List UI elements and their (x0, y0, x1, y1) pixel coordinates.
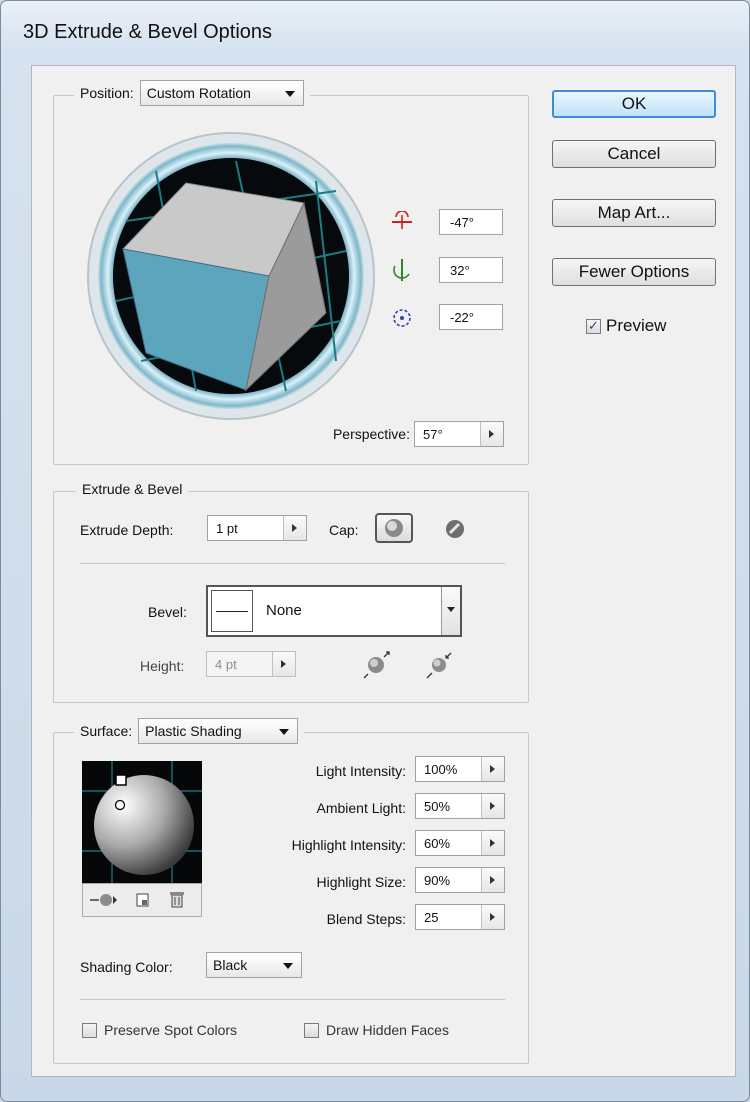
ambient-light-spin-button[interactable] (481, 794, 504, 818)
lighting-sphere-preview[interactable] (82, 761, 202, 883)
extrude-separator (80, 563, 505, 564)
light-source-handle-selected (115, 774, 127, 786)
surface-dropdown-value: Plastic Shading (145, 723, 242, 739)
draw-hidden-faces-label: Draw Hidden Faces (326, 1022, 449, 1038)
ambient-light-field[interactable]: 50% (415, 793, 505, 819)
cap-off-icon[interactable] (444, 518, 466, 540)
x-rotation-field[interactable]: -47° (439, 209, 503, 235)
move-light-back-icon[interactable] (89, 891, 119, 909)
blend-steps-label: Blend Steps: (326, 911, 406, 927)
surface-dropdown[interactable]: Plastic Shading (138, 718, 299, 744)
chevron-down-icon (283, 963, 293, 969)
bevel-value: None (266, 602, 302, 619)
highlight-intensity-spin-button[interactable] (481, 831, 504, 855)
rotation-track-cube[interactable] (86, 131, 376, 421)
shading-color-value: Black (213, 957, 248, 973)
preserve-spot-colors-box[interactable] (82, 1022, 97, 1038)
highlight-size-label: Highlight Size: (316, 874, 407, 890)
bevel-height-field: 4 pt (206, 651, 296, 677)
light-intensity-field[interactable]: 100% (415, 756, 505, 782)
ok-button[interactable]: OK (552, 90, 716, 118)
light-source-handle (114, 799, 126, 811)
bevel-height-label: Height: (140, 658, 185, 674)
ambient-light-label: Ambient Light: (316, 800, 407, 816)
draw-hidden-faces-box[interactable] (304, 1022, 319, 1038)
light-tools-bar (82, 883, 202, 917)
preview-check-icon[interactable]: ✓ (586, 318, 601, 334)
draw-hidden-faces-checkbox[interactable]: Draw Hidden Faces (304, 1022, 449, 1038)
y-rotation-field[interactable]: 32° (439, 257, 503, 283)
cap-label: Cap: (329, 522, 359, 538)
chevron-down-icon (279, 729, 290, 735)
position-label: Position: (80, 85, 134, 101)
z-rotation-field[interactable]: -22° (439, 304, 503, 330)
extrude-depth-value: 1 pt (216, 520, 238, 536)
bevel-dropdown-button[interactable] (441, 587, 460, 635)
highlight-size-field[interactable]: 90% (415, 867, 505, 893)
dialog-client-area: Position: Custom Rotation -47° 32° -22° … (31, 65, 736, 1077)
cap-on-button[interactable] (375, 513, 413, 543)
dialog-window: 3D Extrude & Bevel Options Position: Cus… (0, 0, 750, 1102)
shading-color-label: Shading Color: (80, 959, 173, 975)
bevel-label: Bevel: (148, 604, 187, 620)
fewer-options-button[interactable]: Fewer Options (552, 258, 716, 286)
highlight-size-spin-button[interactable] (481, 868, 504, 892)
position-dropdown[interactable]: Custom Rotation (139, 80, 304, 106)
highlight-intensity-value: 60% (424, 835, 451, 851)
y-axis-rotation-icon (393, 259, 410, 281)
bevel-height-value: 4 pt (215, 656, 237, 672)
map-art-button[interactable]: Map Art... (552, 199, 716, 227)
position-legend: Position: Custom Rotation (74, 80, 310, 106)
highlight-intensity-label: Highlight Intensity: (291, 837, 406, 853)
shading-color-dropdown[interactable]: Black (206, 952, 302, 978)
surface-label: Surface: (80, 723, 133, 739)
highlight-size-value: 90% (424, 872, 451, 888)
z-axis-rotation-icon (393, 309, 411, 327)
bevel-extent-out-icon[interactable] (362, 650, 392, 680)
surface-legend: Surface: Plastic Shading (74, 718, 305, 744)
blend-steps-spin-button[interactable] (481, 905, 504, 929)
surface-separator (80, 999, 505, 1000)
perspective-field[interactable]: 57° (414, 421, 504, 447)
extrude-bevel-legend: Extrude & Bevel (76, 481, 189, 497)
cap-on-icon (385, 519, 403, 537)
perspective-label: Perspective: (332, 426, 410, 442)
chevron-down-icon (447, 607, 455, 612)
bevel-preview-swatch (211, 590, 253, 632)
blend-steps-field[interactable]: 25 (415, 904, 505, 930)
ambient-light-value: 50% (424, 798, 451, 814)
bevel-height-spin-button (272, 652, 295, 676)
preview-checkbox[interactable]: ✓ Preview (586, 316, 666, 336)
new-light-icon[interactable] (135, 892, 151, 908)
light-intensity-value: 100% (424, 761, 458, 777)
extrude-depth-spin-button[interactable] (283, 516, 306, 540)
chevron-down-icon (284, 91, 295, 97)
preserve-spot-colors-checkbox[interactable]: Preserve Spot Colors (82, 1022, 237, 1038)
perspective-spin-button[interactable] (480, 422, 503, 446)
blend-steps-value: 25 (424, 909, 439, 925)
extrude-depth-field[interactable]: 1 pt (207, 515, 307, 541)
x-axis-rotation-icon (392, 211, 412, 229)
delete-light-icon[interactable] (169, 890, 185, 908)
perspective-value: 57° (423, 426, 443, 442)
extrude-depth-label: Extrude Depth: (80, 522, 174, 538)
dialog-title: 3D Extrude & Bevel Options (23, 21, 273, 43)
cancel-button[interactable]: Cancel (552, 140, 716, 168)
light-intensity-spin-button[interactable] (481, 757, 504, 781)
bevel-dropdown[interactable]: None (206, 585, 462, 637)
bevel-extent-in-icon[interactable] (424, 650, 454, 680)
highlight-intensity-field[interactable]: 60% (415, 830, 505, 856)
position-dropdown-value: Custom Rotation (146, 85, 251, 101)
preserve-spot-colors-label: Preserve Spot Colors (104, 1022, 238, 1038)
preview-label: Preview (606, 316, 667, 335)
light-intensity-label: Light Intensity: (315, 763, 406, 779)
